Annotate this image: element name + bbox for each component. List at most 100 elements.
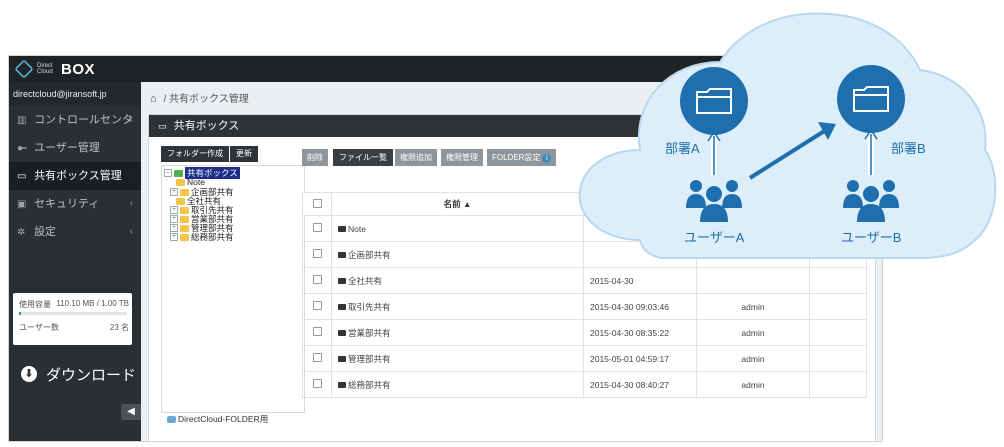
row-checkbox[interactable] xyxy=(312,327,322,336)
folder-icon xyxy=(338,330,346,337)
row-checkbox-cell xyxy=(302,241,332,268)
tree-footer-label: DirectCloud-FOLDER用 xyxy=(178,414,269,424)
user-cell: admin xyxy=(696,371,810,398)
table-row[interactable]: 全社共有 2015-04-30 xyxy=(302,267,867,294)
gear-icon: ✲ xyxy=(17,227,26,238)
row-checkbox-cell xyxy=(302,267,332,294)
user-b-label: ユーザーB xyxy=(841,230,902,245)
folder-icon xyxy=(338,304,346,311)
table-row[interactable]: 管理部共有 2015-05-01 04:59:17 admin xyxy=(302,345,867,372)
date-cell: 2015-04-30 08:40:27 xyxy=(583,371,697,398)
user-column-header xyxy=(696,192,810,216)
bar-chart-icon: ▥ xyxy=(17,115,27,126)
name-cell[interactable]: 総務部共有 xyxy=(331,371,584,398)
tree-item[interactable]: + 総務部共有 xyxy=(170,231,234,243)
folder-name: 取引先共有 xyxy=(348,301,391,312)
folder-icon xyxy=(174,169,183,177)
date-cell: 2015-04-30 xyxy=(583,267,697,294)
name-cell[interactable]: 取引先共有 xyxy=(331,293,584,320)
row-checkbox[interactable] xyxy=(312,353,322,362)
info-icon: i xyxy=(542,154,552,163)
sidebar-item-settings[interactable]: ✲ 設定 ‹ xyxy=(9,218,141,246)
user-cell: admin xyxy=(696,345,810,372)
sidebar-item-users[interactable]: ● ユーザー管理 xyxy=(9,134,141,162)
refresh-button[interactable]: 更新 xyxy=(230,146,258,162)
sidebar-item-label: 共有ボックス管理 xyxy=(34,170,122,182)
arrow-left-circle-icon: ◀ xyxy=(127,406,135,417)
add-permission-button[interactable]: 権限追加 xyxy=(395,149,437,166)
folder-icon xyxy=(338,252,346,259)
folder-icon xyxy=(180,233,189,241)
file-list-button[interactable]: ファイル一覧 xyxy=(333,149,393,166)
folder-name: 企画部共有 xyxy=(348,249,391,260)
top-bar: Direct Cloud BOX xyxy=(9,56,882,82)
folder-icon xyxy=(176,178,185,186)
header-checkbox-cell xyxy=(302,192,332,216)
lock-icon: ▣ xyxy=(17,199,27,210)
create-folder-button[interactable]: フォルダー作成 xyxy=(161,146,229,162)
app-window: Direct Cloud BOX directcloud@jiransoft.j… xyxy=(8,55,883,442)
name-cell[interactable]: 営業部共有 xyxy=(331,319,584,346)
breadcrumb: ⌂ / 共有ボックス管理 xyxy=(150,90,249,105)
table-row[interactable]: 取引先共有 2015-04-30 09:03:46 admin xyxy=(302,293,867,320)
download-icon: ⬇ xyxy=(21,366,37,382)
expand-icon[interactable]: + xyxy=(170,233,178,241)
dept-b-label: 部署B xyxy=(891,141,926,156)
row-checkbox[interactable] xyxy=(312,301,322,310)
inbox-icon: ▭ xyxy=(17,171,27,182)
sidebar-item-security[interactable]: ▣ セキュリティ ‹ xyxy=(9,190,141,218)
name-cell[interactable]: 管理部共有 xyxy=(331,345,584,372)
app-logo[interactable]: Direct Cloud BOX xyxy=(14,59,96,79)
table-row[interactable]: 企画部共有 xyxy=(302,241,867,268)
row-checkbox-cell xyxy=(302,345,332,372)
table-row[interactable]: Note xyxy=(302,215,867,242)
inbox-icon: ▭ xyxy=(158,121,167,131)
name-column-header[interactable]: 名前 ▲ xyxy=(331,192,584,216)
user-cell: admin xyxy=(696,319,810,346)
select-all-checkbox[interactable] xyxy=(312,198,322,208)
user-cell xyxy=(696,267,810,294)
date-cell: 2015-04-30 08:35:22 xyxy=(583,319,697,346)
sidebar-collapse-button[interactable]: ◀ xyxy=(121,404,141,420)
folder-settings-label: FOLDER設定 xyxy=(492,153,541,162)
shared-box-panel: ▭ 共有ボックス フォルダー作成 更新 − 共有ボックス Note + 企画部共… xyxy=(148,114,876,441)
file-table: 名前 ▲ Note 企画部共有 全社共有 2015-04-30 取引先共有 2015-04… xyxy=(302,192,867,398)
delete-button[interactable]: 削除 xyxy=(302,149,328,166)
folder-name: 全社共有 xyxy=(348,275,383,286)
folder-tree: − 共有ボックス Note + 企画部共有 全社共有 + 取引先共有 + 営業部… xyxy=(161,165,305,413)
folder-icon xyxy=(338,278,346,285)
row-checkbox[interactable] xyxy=(312,249,322,258)
user-count-label: ユーザー数 xyxy=(19,323,59,332)
table-row[interactable]: 営業部共有 2015-04-30 08:35:22 admin xyxy=(302,319,867,346)
storage-label: 使用容量 xyxy=(19,300,51,309)
breadcrumb-separator: / xyxy=(163,94,167,105)
download-button[interactable]: ⬇ ダウンロード xyxy=(21,364,136,384)
collapse-icon[interactable]: − xyxy=(164,169,172,177)
tree-footer-link[interactable]: DirectCloud-FOLDER用 xyxy=(167,413,268,425)
panel-header: ▭ 共有ボックス xyxy=(149,115,875,137)
row-checkbox-cell xyxy=(302,319,332,346)
user-email[interactable]: directcloud@jiransoft.jp xyxy=(9,82,141,106)
name-cell[interactable]: 全社共有 xyxy=(331,267,584,294)
name-cell[interactable]: Note xyxy=(331,215,584,242)
extra-cell xyxy=(809,267,867,294)
user-cell: admin xyxy=(696,293,810,320)
sidebar-item-shared-box[interactable]: ▭ 共有ボックス管理 xyxy=(9,162,141,190)
name-cell[interactable]: 企画部共有 xyxy=(331,241,584,268)
manage-permission-button[interactable]: 権限管理 xyxy=(441,149,483,166)
folder-settings-button[interactable]: FOLDER設定 i xyxy=(487,149,557,166)
sidebar: directcloud@jiransoft.jp ▥ コントロールセンター ‹ … xyxy=(9,82,141,441)
home-icon[interactable]: ⌂ xyxy=(150,93,157,105)
table-row[interactable]: 総務部共有 2015-04-30 08:40:27 admin xyxy=(302,371,867,398)
extra-cell xyxy=(809,345,867,372)
logo-text: BOX xyxy=(61,60,96,78)
extra-column-header xyxy=(809,192,867,216)
row-checkbox[interactable] xyxy=(312,379,322,388)
chevron-left-icon: ‹ xyxy=(129,198,133,209)
date-cell xyxy=(583,241,697,268)
chevron-left-icon: ‹ xyxy=(129,226,133,237)
sidebar-item-control-center[interactable]: ▥ コントロールセンター ‹ xyxy=(9,106,141,155)
user-count-value: 23 名 xyxy=(109,323,129,332)
row-checkbox[interactable] xyxy=(312,275,322,284)
row-checkbox[interactable] xyxy=(312,223,322,232)
